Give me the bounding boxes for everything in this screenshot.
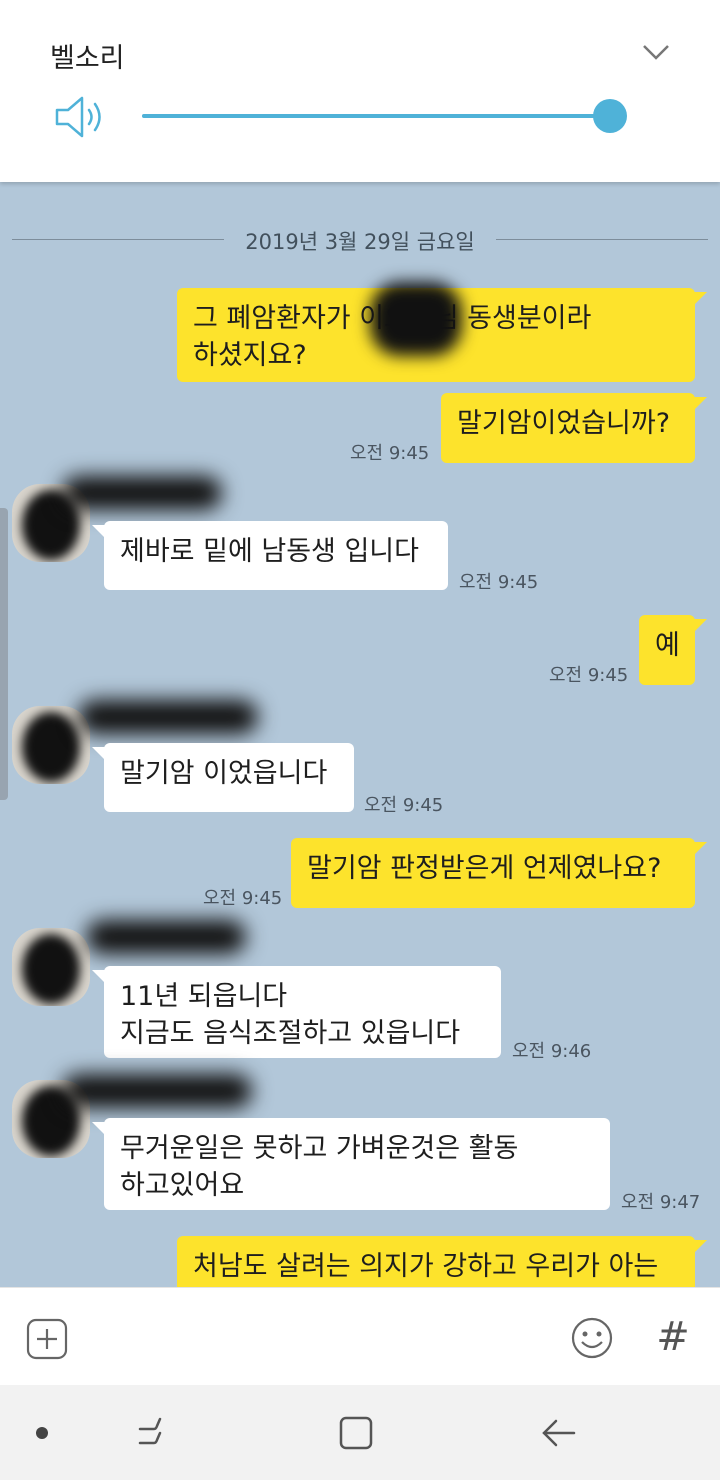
- message-time: 오전 9:45: [549, 665, 629, 686]
- message-bubble-received[interactable]: 무거운일은 못하고 가벼운것은 활동 하고있어요: [104, 1118, 610, 1210]
- volume-slider-thumb[interactable]: [593, 99, 627, 133]
- emoji-icon[interactable]: [570, 1316, 614, 1360]
- volume-slider[interactable]: [142, 99, 627, 133]
- bubble-tail: [693, 397, 707, 411]
- message-bubble-sent[interactable]: 말기암 판정받은게 언제였나요?: [291, 838, 695, 908]
- sender-name-redacted: [62, 476, 222, 510]
- bubble-tail: [693, 842, 707, 856]
- message-time: 오전 9:45: [350, 443, 430, 464]
- speaker-icon[interactable]: [54, 94, 106, 140]
- message-bubble-sent[interactable]: 말기암이었습니까?: [441, 393, 695, 463]
- bubble-tail: [92, 970, 106, 984]
- redaction-blot: [370, 282, 462, 356]
- sender-name-redacted: [62, 1074, 252, 1108]
- message-bubble-received[interactable]: 말기암 이었읍니다: [104, 743, 354, 812]
- chevron-down-icon[interactable]: [640, 38, 672, 66]
- bubble-tail: [693, 292, 707, 306]
- message-bubble-received[interactable]: 제바로 밑에 남동생 입니다: [104, 521, 448, 590]
- message-time: 오전 9:45: [203, 888, 283, 909]
- message-time: 오전 9:45: [459, 572, 539, 593]
- bubble-tail: [92, 1122, 106, 1136]
- date-label: 2019년 3월 29일 금요일: [245, 230, 475, 254]
- message-bubble-sent[interactable]: 예: [639, 615, 695, 685]
- avatar[interactable]: [12, 928, 90, 1006]
- sender-name-redacted: [78, 700, 258, 734]
- hash-icon[interactable]: #: [650, 1314, 696, 1360]
- recent-apps-icon[interactable]: [136, 1413, 176, 1453]
- bubble-tail: [92, 747, 106, 761]
- volume-slider-fill: [142, 114, 610, 118]
- home-icon[interactable]: [336, 1413, 376, 1453]
- edge-panel-handle[interactable]: [0, 508, 8, 800]
- message-bubble-received[interactable]: 11년 되읍니다 지금도 음식조절하고 있읍니다: [104, 966, 501, 1058]
- date-separator: 2019년 3월 29일 금요일: [0, 222, 720, 258]
- volume-title: 벨소리: [50, 43, 125, 74]
- volume-panel: 벨소리: [0, 0, 720, 182]
- bubble-tail: [92, 525, 106, 539]
- message-input-bar[interactable]: #: [0, 1287, 720, 1385]
- message-time: 오전 9:47: [621, 1192, 701, 1213]
- message-time: 오전 9:46: [512, 1041, 592, 1062]
- bubble-tail: [693, 619, 707, 633]
- sender-name-redacted: [86, 920, 246, 954]
- bubble-tail: [693, 1240, 707, 1254]
- message-time: 오전 9:45: [364, 795, 444, 816]
- system-nav-bar: [0, 1385, 720, 1480]
- back-icon[interactable]: [538, 1413, 578, 1453]
- dot-icon[interactable]: [36, 1427, 48, 1439]
- plus-icon[interactable]: [26, 1318, 68, 1360]
